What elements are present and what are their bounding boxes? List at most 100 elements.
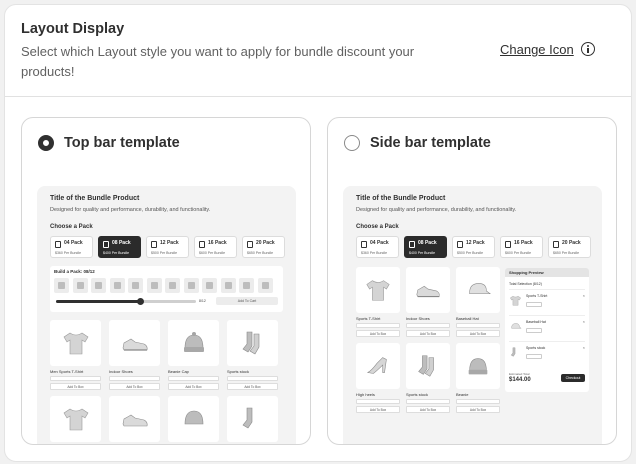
product-card: Baseball Hat Add To Box <box>456 267 500 337</box>
pack-label: 12 Pack <box>160 240 179 246</box>
product-card: Indoor Shoes Add To Box <box>109 320 160 390</box>
info-icon[interactable] <box>581 42 595 56</box>
pack-option: 16 Pack $600 Per Bundle <box>500 236 543 258</box>
product-card <box>50 396 101 442</box>
high-heel-icon <box>356 343 400 389</box>
socks-icon <box>510 347 516 357</box>
beanie-icon <box>168 320 219 366</box>
bag-icon <box>505 241 511 248</box>
tshirt-icon <box>50 396 101 442</box>
product-card: Men Sports T-Shirt Add To Box <box>50 320 101 390</box>
preview-subtitle: Designed for quality and performance, du… <box>356 207 517 213</box>
product-name: Indoor Shoes <box>406 316 430 321</box>
layout-display-card: Layout Display Select which Layout style… <box>4 4 632 462</box>
tshirt-icon <box>50 320 101 366</box>
builder-slots <box>54 278 273 293</box>
socks-icon <box>406 343 450 389</box>
top-bar-radio[interactable] <box>38 135 54 151</box>
pack-price: $650 Per Bundle <box>553 251 580 255</box>
product-name: Sports T-Shirt <box>356 316 381 321</box>
product-card: Beanie Cap Add To Box <box>168 320 219 390</box>
slot-shirt-icon <box>220 278 236 293</box>
variant-select <box>227 376 278 381</box>
slot-shirt-icon <box>202 278 217 293</box>
builder-progress-bar <box>56 298 196 305</box>
pack-label: 12 Pack <box>466 240 485 246</box>
pack-price: $360 Per Bundle <box>55 251 82 255</box>
slot-shirt-icon <box>54 278 69 293</box>
pack-selector: 04 Pack $360 Per Bundle 08 Pack $400 Per B… <box>356 236 591 258</box>
side-bar-preview: Title of the Bundle Product Designed for… <box>343 186 602 444</box>
beanie-icon <box>456 343 500 389</box>
progress-fill <box>56 300 140 303</box>
pack-selector: 04 Pack $360 Per Bundle 08 Pack $400 Per B… <box>50 236 285 258</box>
product-card: Sports T-Shirt Add To Box <box>356 267 400 337</box>
product-card: High heels Add To Box <box>356 343 400 413</box>
builder-count: 8/12 <box>199 299 206 303</box>
baseball-hat-icon <box>511 323 522 329</box>
bag-icon <box>553 241 559 248</box>
shoe-icon <box>109 396 160 442</box>
slot-shirt-icon <box>128 278 143 293</box>
top-bar-template-option[interactable]: Top bar template Title of the Bundle Pro… <box>21 117 311 445</box>
variant-select <box>50 376 101 381</box>
product-name: Sports stock <box>406 392 429 397</box>
top-bar-preview: Title of the Bundle Product Designed for… <box>37 186 296 444</box>
bag-icon <box>457 241 463 248</box>
product-name: High heels <box>356 392 375 397</box>
product-name: Men Sports T-Shirt <box>50 369 84 374</box>
section-title: Layout Display <box>21 21 125 37</box>
bag-icon <box>409 241 415 248</box>
cart-title: Shopping Preview <box>505 268 589 277</box>
pack-price: $650 Per Bundle <box>247 251 274 255</box>
cart-subtitle: Total Selection (8/12) <box>509 282 542 286</box>
slot-shirt-icon <box>146 278 162 293</box>
variant-select <box>109 376 160 381</box>
pack-label: 08 Pack <box>418 240 437 246</box>
variant-select <box>356 323 400 328</box>
side-bar-template-option[interactable]: Side bar template Title of the Bundle Pr… <box>327 117 617 445</box>
card-header: Layout Display Select which Layout style… <box>5 5 631 97</box>
product-card <box>227 396 278 442</box>
pack-builder: Build a Pack: 08/12 8/12 Add To Cart <box>50 266 283 312</box>
close-icon: × <box>582 293 585 298</box>
pack-label: 08 Pack <box>112 240 131 246</box>
add-to-box-button: Add To Box <box>356 406 400 413</box>
quantity-stepper <box>526 328 542 333</box>
pack-price: $500 Per Bundle <box>151 251 178 255</box>
add-to-box-button: Add To Box <box>227 383 278 390</box>
slot-shirt-icon <box>109 278 125 293</box>
product-card: Sports stock Add To Box <box>406 343 450 413</box>
pack-option: 16 Pack $600 Per Bundle <box>194 236 237 258</box>
builder-title: Build a Pack: 08/12 <box>54 269 95 274</box>
tshirt-icon <box>356 267 400 313</box>
cart-item-name: Baseball Hat <box>526 320 546 324</box>
slot-shirt-icon <box>183 278 199 293</box>
close-icon: × <box>582 319 585 324</box>
pack-label: 04 Pack <box>64 240 83 246</box>
progress-knob <box>136 298 144 305</box>
preview-subtitle: Designed for quality and performance, du… <box>50 207 211 213</box>
variant-select <box>456 323 500 328</box>
product-name: Beanie Cap <box>168 369 189 374</box>
top-bar-template-label: Top bar template <box>64 135 180 151</box>
quantity-stepper <box>526 302 542 307</box>
bag-icon <box>55 241 61 248</box>
section-description: Select which Layout style you want to ap… <box>21 44 415 79</box>
pack-price: $400 Per Bundle <box>409 251 436 255</box>
pack-option-active: 08 Pack $400 Per Bundle <box>404 236 447 258</box>
change-icon-link[interactable]: Change Icon <box>500 42 574 57</box>
product-name: Sports stock <box>227 369 250 374</box>
side-bar-radio[interactable] <box>344 135 360 151</box>
pack-label: 20 Pack <box>562 240 581 246</box>
variant-select <box>168 376 219 381</box>
pack-label: 20 Pack <box>256 240 275 246</box>
socks-icon <box>227 396 278 442</box>
slot-shirt-icon <box>72 278 88 293</box>
pack-label: 16 Pack <box>514 240 533 246</box>
add-to-box-button: Add To Box <box>109 383 160 390</box>
bag-icon <box>361 241 367 248</box>
socks-icon <box>227 320 278 366</box>
bag-icon <box>103 241 109 248</box>
pack-option: 04 Pack $360 Per Bundle <box>356 236 399 258</box>
